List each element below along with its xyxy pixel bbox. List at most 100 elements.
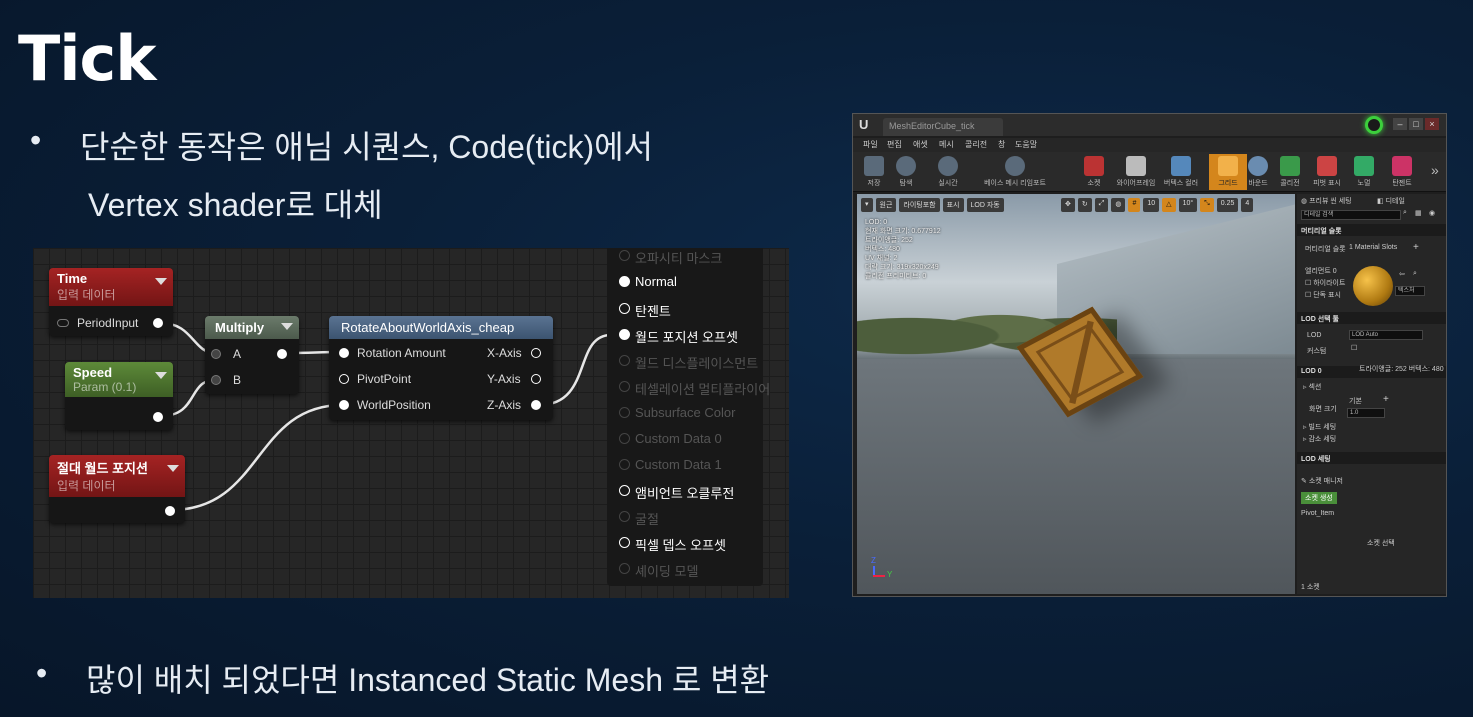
close-icon[interactable]: ×: [1425, 118, 1439, 130]
toolbar-browse-button[interactable]: 탐색: [887, 154, 925, 190]
output-pin-icon[interactable]: [531, 374, 541, 384]
multiply-node-header[interactable]: Multiply: [205, 316, 299, 339]
collapse-arrow-icon[interactable]: [167, 465, 179, 472]
input-pin-icon[interactable]: [619, 303, 630, 314]
menu-edit[interactable]: 편집: [887, 139, 902, 150]
reduction-settings-row[interactable]: ▹ 감소 세팅: [1303, 434, 1336, 444]
menu-window[interactable]: 창: [998, 139, 1005, 150]
lod-auto-button[interactable]: LOD 자동: [966, 198, 1004, 212]
material-slots-header[interactable]: 머티리얼 슬롯: [1297, 224, 1446, 236]
isolate-checkbox[interactable]: ☐ 단독 표시: [1305, 290, 1341, 300]
input-pin-icon[interactable]: [619, 433, 630, 444]
details-search-input[interactable]: 디테일 검색: [1301, 210, 1401, 220]
lod-settings-header[interactable]: LOD 세팅: [1297, 452, 1446, 464]
lod-picker-header[interactable]: LOD 선택 툴: [1297, 312, 1446, 324]
world-icon[interactable]: ◍: [1111, 198, 1126, 212]
input-pin-icon[interactable]: [619, 329, 630, 340]
collapse-arrow-icon[interactable]: [155, 372, 167, 379]
maximize-icon[interactable]: □: [1409, 118, 1423, 130]
output-pin-icon[interactable]: [531, 348, 541, 358]
input-pin-icon[interactable]: [619, 563, 630, 574]
tab-preview-scene-settings[interactable]: ◍ 프리뷰 씬 세팅: [1301, 196, 1352, 206]
input-pin-icon[interactable]: [619, 276, 630, 287]
section-row[interactable]: ▹ 섹션: [1303, 382, 1321, 392]
browse-asset-icon[interactable]: ⌕: [1413, 270, 1417, 278]
toolbar-socket-button[interactable]: 소켓: [1075, 154, 1113, 190]
add-material-slot-icon[interactable]: +: [1413, 242, 1419, 253]
rotation-snap-toggle[interactable]: △: [1162, 198, 1176, 212]
input-pin-icon[interactable]: [619, 511, 630, 522]
input-pin-icon[interactable]: [619, 459, 630, 470]
toolbar-realtime-button[interactable]: 실시간: [929, 154, 967, 190]
create-socket-button[interactable]: 소켓 생성: [1301, 492, 1337, 504]
build-settings-row[interactable]: ▹ 빌드 세팅: [1303, 422, 1336, 432]
toolbar-vertex-color-button[interactable]: 버텍스 컬러: [1161, 154, 1201, 190]
output-pin-icon[interactable]: [277, 349, 287, 359]
show-button[interactable]: 표시: [942, 198, 964, 212]
add-screen-size-icon[interactable]: +: [1383, 394, 1389, 405]
minimize-icon[interactable]: –: [1393, 118, 1407, 130]
translate-icon[interactable]: ✥: [1061, 198, 1075, 212]
rotate-icon[interactable]: ↻: [1077, 198, 1092, 212]
toolbar-reimport-button[interactable]: 베이스 메시 리임포트: [975, 154, 1055, 190]
input-pin-icon[interactable]: [339, 348, 349, 358]
camera-speed-value[interactable]: 4: [1241, 198, 1254, 212]
time-node[interactable]: Time 입력 데이터 PeriodInput: [49, 268, 173, 336]
input-pin-icon[interactable]: [619, 381, 630, 392]
speed-node-header[interactable]: Speed Param (0.1): [65, 362, 173, 397]
grid-snap-value[interactable]: 10: [1143, 198, 1160, 212]
editor-asset-tab[interactable]: MeshEditorCube_tick: [883, 118, 1003, 136]
input-pin-icon[interactable]: [339, 400, 349, 410]
input-pin-icon[interactable]: [619, 537, 630, 548]
toolbar-more-icon[interactable]: »: [1431, 162, 1439, 178]
viewport-options-icon[interactable]: ▾: [861, 198, 873, 212]
menu-asset[interactable]: 애셋: [913, 139, 928, 150]
absolute-world-position-header[interactable]: 절대 월드 포지션 입력 데이터: [49, 455, 185, 497]
material-thumbnail[interactable]: [1353, 266, 1393, 306]
input-pin-icon[interactable]: [619, 407, 630, 418]
source-control-icon[interactable]: [1365, 116, 1383, 134]
rotation-snap-value[interactable]: 10°: [1178, 198, 1198, 212]
output-pin-icon[interactable]: [153, 412, 163, 422]
use-selected-asset-icon[interactable]: ⇦: [1399, 270, 1405, 278]
y-axis-pin[interactable]: Y-Axis: [487, 372, 541, 386]
screen-size-input[interactable]: 1.0: [1347, 408, 1385, 418]
material-result-node[interactable]: 오파시티 마스크 Normal 탄젠트 월드 포지션 오프셋 월드 디스플레이스…: [607, 248, 770, 586]
input-pin-icon[interactable]: [339, 374, 349, 384]
x-axis-pin[interactable]: X-Axis: [487, 346, 541, 360]
search-icon[interactable]: ⌕: [1403, 209, 1407, 217]
z-axis-pin[interactable]: Z-Axis: [487, 398, 541, 412]
collapse-arrow-icon[interactable]: [281, 323, 293, 330]
speed-node[interactable]: Speed Param (0.1): [65, 362, 173, 430]
visibility-eye-icon[interactable]: ◉: [1429, 209, 1435, 217]
view-options-icon[interactable]: ▦: [1415, 209, 1422, 217]
scale-snap-toggle[interactable]: ⤡: [1200, 198, 1214, 212]
scale-snap-value[interactable]: 0.25: [1216, 198, 1239, 212]
toolbar-normal-button[interactable]: 노멀: [1345, 154, 1383, 190]
mesh-viewport[interactable]: ▾ 원근 라이팅포함 표시 LOD 자동 ✥ ↻ ⤢ ◍ # 10 △ 10° …: [857, 194, 1295, 594]
input-pin-icon[interactable]: [57, 319, 69, 327]
input-pin-icon[interactable]: [619, 485, 630, 496]
rotate-about-world-axis-node[interactable]: RotateAboutWorldAxis_cheap Rotation Amou…: [329, 316, 553, 420]
highlight-checkbox[interactable]: ☐ 하이라이트: [1305, 278, 1345, 288]
scale-icon[interactable]: ⤢: [1094, 198, 1109, 212]
output-pin-icon[interactable]: [531, 400, 541, 410]
menu-mesh[interactable]: 메시: [939, 139, 954, 150]
toolbar-wireframe-button[interactable]: 와이어프레임: [1115, 154, 1157, 190]
output-pin-icon[interactable]: [153, 318, 163, 328]
menu-collision[interactable]: 콜리전: [965, 139, 987, 150]
input-pin-icon[interactable]: [619, 355, 630, 366]
input-pin-icon[interactable]: [211, 349, 221, 359]
absolute-world-position-node[interactable]: 절대 월드 포지션 입력 데이터: [49, 455, 185, 523]
socket-manager-tab[interactable]: ✎ 소켓 매니저: [1301, 476, 1343, 486]
material-graph[interactable]: Time 입력 데이터 PeriodInput Speed Param (0.1…: [33, 248, 789, 598]
toolbar-collision-button[interactable]: 콜리전: [1271, 154, 1309, 190]
input-pin-icon[interactable]: [619, 250, 630, 261]
socket-list-item[interactable]: Pivot_Item: [1301, 510, 1334, 517]
menu-help[interactable]: 도움말: [1015, 139, 1037, 150]
grid-snap-toggle[interactable]: #: [1128, 198, 1141, 212]
tab-details[interactable]: ◧ 디테일: [1377, 196, 1405, 206]
menu-file[interactable]: 파일: [863, 139, 878, 150]
toolbar-tangent-button[interactable]: 탄젠트: [1383, 154, 1421, 190]
input-pin-icon[interactable]: [211, 375, 221, 385]
